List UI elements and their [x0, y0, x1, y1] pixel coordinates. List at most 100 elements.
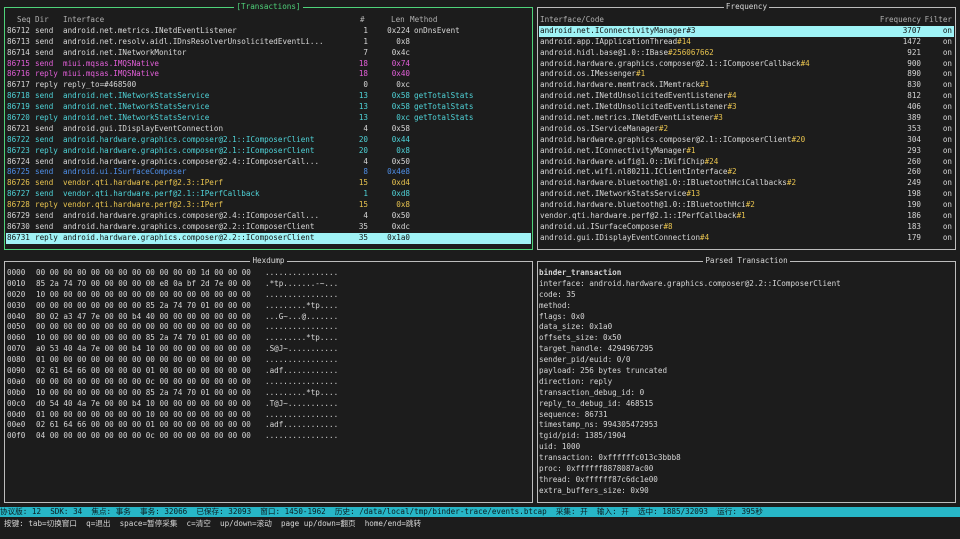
transaction-num: 8	[363, 167, 368, 177]
hexdump-row: 00b0 10 00 00 00 00 00 00 00 85 2a 74 70 …	[7, 388, 530, 399]
transaction-row[interactable]: 86719 send android.net.INetworkStatsServic…	[6, 102, 531, 113]
parsed-line: transaction_debug_id: 0	[539, 388, 953, 399]
frequency-row[interactable]: android.ui.ISurfaceComposer#8 183 on	[539, 222, 954, 233]
transaction-row[interactable]: 86724 send android.hardware.graphics.compo…	[6, 157, 531, 168]
transaction-row[interactable]: 86720 reply android.net.INetworkStatsServi…	[6, 113, 531, 124]
transaction-row[interactable]: 86715 send miui.mqsas.IMQSNative 18 0x74	[6, 59, 531, 70]
transaction-row[interactable]: 86722 send android.hardware.graphics.compo…	[6, 135, 531, 146]
transaction-row[interactable]: 86727 send vendor.qti.hardware.perf@2.1::I…	[6, 189, 531, 200]
frequency-filter[interactable]: on	[943, 146, 952, 157]
frequency-filter[interactable]: on	[943, 124, 952, 135]
hex-bytes: 02 61 64 66 00 00 00 00 01 00 00 00 00 0…	[36, 420, 251, 430]
frequency-filter[interactable]: on	[943, 26, 952, 37]
transaction-row[interactable]: 86729 send android.hardware.graphics.compo…	[6, 211, 531, 222]
transaction-row[interactable]: 86723 reply android.hardware.graphics.comp…	[6, 146, 531, 157]
frequency-row[interactable]: android.app.IApplicationThread#14 1472 on	[539, 37, 954, 48]
parsed-line: sequence: 86731	[539, 410, 953, 421]
transaction-row[interactable]: 86730 send android.hardware.graphics.compo…	[6, 222, 531, 233]
frequency-row[interactable]: android.os.IServiceManager#2 353 on	[539, 124, 954, 135]
frequency-row[interactable]: android.net.wifi.nl80211.IClientInterfac…	[539, 167, 954, 178]
transaction-dir: reply	[35, 113, 58, 123]
transaction-row[interactable]: 86712 send android.net.metrics.INetdEventL…	[6, 26, 531, 37]
frequency-filter[interactable]: on	[943, 113, 952, 124]
frequency-interface: android.ui.ISurfaceComposer#8	[540, 222, 870, 233]
frequency-row[interactable]: android.net.IConnectivityManager#3 3707 on	[539, 25, 954, 37]
frequency-filter[interactable]: on	[943, 189, 952, 200]
frequency-row[interactable]: android.gui.IDisplayEventConnection#4 179…	[539, 233, 954, 244]
transaction-row[interactable]: 86726 send vendor.qti.hardware.perf@2.3::I…	[6, 178, 531, 189]
transaction-row[interactable]: 86721 send android.gui.IDisplayEventConnec…	[6, 124, 531, 135]
frequency-interface: android.net.wifi.nl80211.IClientInterfac…	[540, 167, 870, 178]
frequency-filter[interactable]: on	[943, 135, 952, 146]
frequency-filter[interactable]: on	[943, 69, 952, 80]
frequency-filter[interactable]: on	[943, 59, 952, 70]
transaction-row[interactable]: 86728 reply vendor.qti.hardware.perf@2.3::…	[6, 200, 531, 211]
frequency-filter[interactable]: on	[943, 37, 952, 48]
hex-offset: 00c0	[7, 398, 26, 408]
frequency-row[interactable]: android.net.INetdUnsolicitedEventListene…	[539, 91, 954, 102]
hex-ascii: ................	[265, 355, 339, 365]
transaction-row[interactable]: 86714 send android.net.INetworkMonitor 7 0x4…	[6, 48, 531, 59]
frequency-count: 198	[907, 189, 921, 199]
hex-offset: 00a0	[7, 376, 26, 386]
frequency-row[interactable]: android.os.IMessenger#1 890 on	[539, 69, 954, 80]
frequency-row[interactable]: android.hardware.wifi@1.0::IWifiChip#24 2…	[539, 157, 954, 168]
frequency-code: #1	[686, 145, 696, 155]
frequency-name: android.os.IMessenger	[540, 69, 637, 79]
frequency-row[interactable]: android.hidl.base@1.0::IBase#256067662 92…	[539, 48, 954, 59]
frequency-row[interactable]: android.net.IConnectivityManager#1 293 on	[539, 146, 954, 157]
transaction-len: 0x50	[391, 156, 410, 166]
transaction-iface: android.net.INetworkMonitor	[63, 47, 187, 57]
frequency-name: android.ui.ISurfaceComposer	[540, 221, 664, 231]
transaction-row[interactable]: 86725 send android.ui.ISurfaceComposer 8 0x4…	[6, 167, 531, 178]
hex-ascii: .........*tp....	[265, 300, 339, 310]
transaction-seq: 86726	[7, 178, 30, 188]
frequency-row[interactable]: android.net.INetdUnsolicitedEventListene…	[539, 102, 954, 113]
frequency-filter[interactable]: on	[943, 233, 952, 244]
transaction-row[interactable]: 86731 reply android.hardware.graphics.comp…	[6, 232, 531, 244]
parsed-panel[interactable]: Parsed Transaction binder_transaction int…	[537, 256, 956, 503]
transaction-dir: reply	[35, 80, 58, 90]
frequency-row[interactable]: android.net.metrics.INetdEventListener#3…	[539, 113, 954, 124]
hexdump-panel[interactable]: Hexdump 0000 00 00 00 00 00 00 00 00 00 0…	[4, 256, 533, 503]
frequency-row[interactable]: vendor.qti.hardware.perf@2.1::IPerfCallb…	[539, 211, 954, 222]
frequency-code: #4	[700, 232, 710, 242]
transaction-num: 15	[358, 178, 368, 188]
frequency-filter[interactable]: on	[943, 222, 952, 233]
frequency-filter[interactable]: on	[943, 91, 952, 102]
frequency-filter[interactable]: on	[943, 167, 952, 178]
transaction-row[interactable]: 86718 send android.net.INetworkStatsServic…	[6, 91, 531, 102]
frequency-filter[interactable]: on	[943, 211, 952, 222]
transaction-row[interactable]: 86717 reply reply_to=#468500 0 0xc	[6, 80, 531, 91]
transaction-dir: reply	[35, 232, 58, 242]
frequency-row[interactable]: android.hardware.graphics.composer@2.1::…	[539, 135, 954, 146]
transaction-num: 4	[363, 123, 368, 133]
frequency-panel[interactable]: Frequency Interface/Code Frequency Filte…	[537, 2, 956, 250]
transaction-row[interactable]: 86713 send android.net.resolv.aidl.IDnsRes…	[6, 37, 531, 48]
frequency-filter[interactable]: on	[943, 80, 952, 91]
transaction-seq: 86715	[7, 58, 30, 68]
transaction-row[interactable]: 86716 reply miui.mqsas.IMQSNative 18 0x40	[6, 69, 531, 80]
frequency-filter[interactable]: on	[943, 48, 952, 59]
frequency-row[interactable]: android.net.INetworkStatsService#13 198 on	[539, 189, 954, 200]
hexdump-row: 0030 00 00 00 00 00 00 00 00 85 2a 74 70 …	[7, 301, 530, 312]
frequency-row[interactable]: android.hardware.memtrack.IMemtrack#1 830…	[539, 80, 954, 91]
parsed-text: sender_pid/euid: 0/0	[539, 355, 631, 365]
parsed-text: sequence: 86731	[539, 409, 608, 419]
frequency-row[interactable]: android.hardware.graphics.composer@2.1::…	[539, 59, 954, 70]
transaction-len: 0x58	[391, 91, 410, 101]
hexdump-row: 0050 00 00 00 00 00 00 00 00 00 00 00 00 …	[7, 322, 530, 333]
frequency-row[interactable]: android.hardware.bluetooth@1.0::IBluetoo…	[539, 178, 954, 189]
frequency-filter[interactable]: on	[943, 157, 952, 168]
frequency-row[interactable]: android.hardware.bluetooth@1.0::IBluetoo…	[539, 200, 954, 211]
transactions-panel[interactable]: [Transactions] Seq Dir Interface # Len M…	[4, 2, 533, 250]
hex-offset: 0040	[7, 311, 26, 321]
transaction-num: 35	[358, 221, 368, 231]
frequency-filter[interactable]: on	[943, 178, 952, 189]
transaction-seq: 86718	[7, 91, 30, 101]
frequency-filter[interactable]: on	[943, 102, 952, 113]
hexdump-row: 0020 10 00 00 00 00 00 00 00 00 00 00 00 …	[7, 290, 530, 301]
transaction-dir: reply	[35, 145, 58, 155]
frequency-name: android.hardware.graphics.composer@2.1::…	[540, 58, 801, 68]
frequency-filter[interactable]: on	[943, 200, 952, 211]
